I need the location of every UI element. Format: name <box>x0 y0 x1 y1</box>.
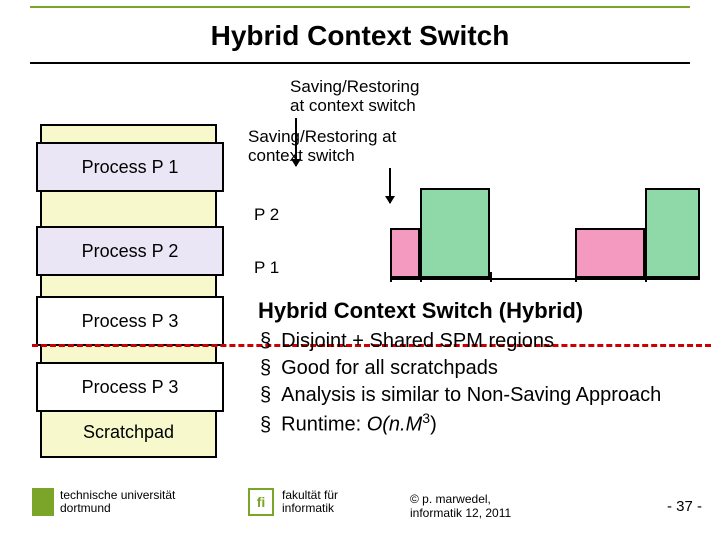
scratchpad-diagram: Process P 1 Process P 2 Process P 3 Proc… <box>40 124 217 458</box>
process-box-p3b: Process P 3 <box>36 362 224 412</box>
annotation-2: Saving/Restoring at context switch <box>248 128 396 165</box>
page-title: Hybrid Context Switch <box>0 20 720 52</box>
page-number: - 37 - <box>667 498 702 515</box>
process-box-p2: Process P 2 <box>36 226 224 276</box>
process-box-p3a: Process P 3 <box>36 296 224 346</box>
bar-p2 <box>645 188 700 278</box>
timeline-chart: P 2 P 1 <box>390 120 700 280</box>
bullet-4: Runtime: O(n.M3) <box>280 409 698 439</box>
bullet-3: Analysis is similar to Non-Saving Approa… <box>280 382 698 409</box>
copyright: © p. marwedel,informatik 12, 2011 <box>410 492 511 521</box>
tick <box>575 272 577 282</box>
tick <box>420 272 422 282</box>
row-label-p1: P 1 <box>254 258 279 278</box>
process-box-p1: Process P 1 <box>36 142 224 192</box>
footer: technische universitätdortmund fi fakult… <box>0 486 720 532</box>
timeline-baseline <box>390 278 700 280</box>
tu-text: technische universitätdortmund <box>60 489 175 515</box>
desc-heading: Hybrid Context Switch (Hybrid) <box>258 298 698 324</box>
header-rule <box>30 62 690 64</box>
bar-p2 <box>420 188 490 278</box>
tick <box>390 272 392 282</box>
fi-text: fakultät fürinformatik <box>282 489 338 515</box>
bullet-2: Good for all scratchpads <box>280 355 698 382</box>
annotation-1: Saving/Restoring at context switch <box>290 78 419 115</box>
bullet-1: Disjoint + Shared SPM regions <box>280 328 698 355</box>
tick <box>490 272 492 282</box>
bar-p1 <box>575 228 645 278</box>
top-rule <box>30 6 690 8</box>
scratchpad-label: Scratchpad <box>42 422 215 443</box>
row-label-p2: P 2 <box>254 205 279 225</box>
fi-logo-icon: fi <box>248 488 274 516</box>
bar-p1 <box>390 228 420 278</box>
tick <box>645 272 647 282</box>
fi-logo-block: fi fakultät fürinformatik <box>248 488 338 516</box>
description-block: Hybrid Context Switch (Hybrid) Disjoint … <box>258 298 698 439</box>
tu-logo-block: technische universitätdortmund <box>32 488 175 516</box>
tu-logo-icon <box>32 488 54 516</box>
